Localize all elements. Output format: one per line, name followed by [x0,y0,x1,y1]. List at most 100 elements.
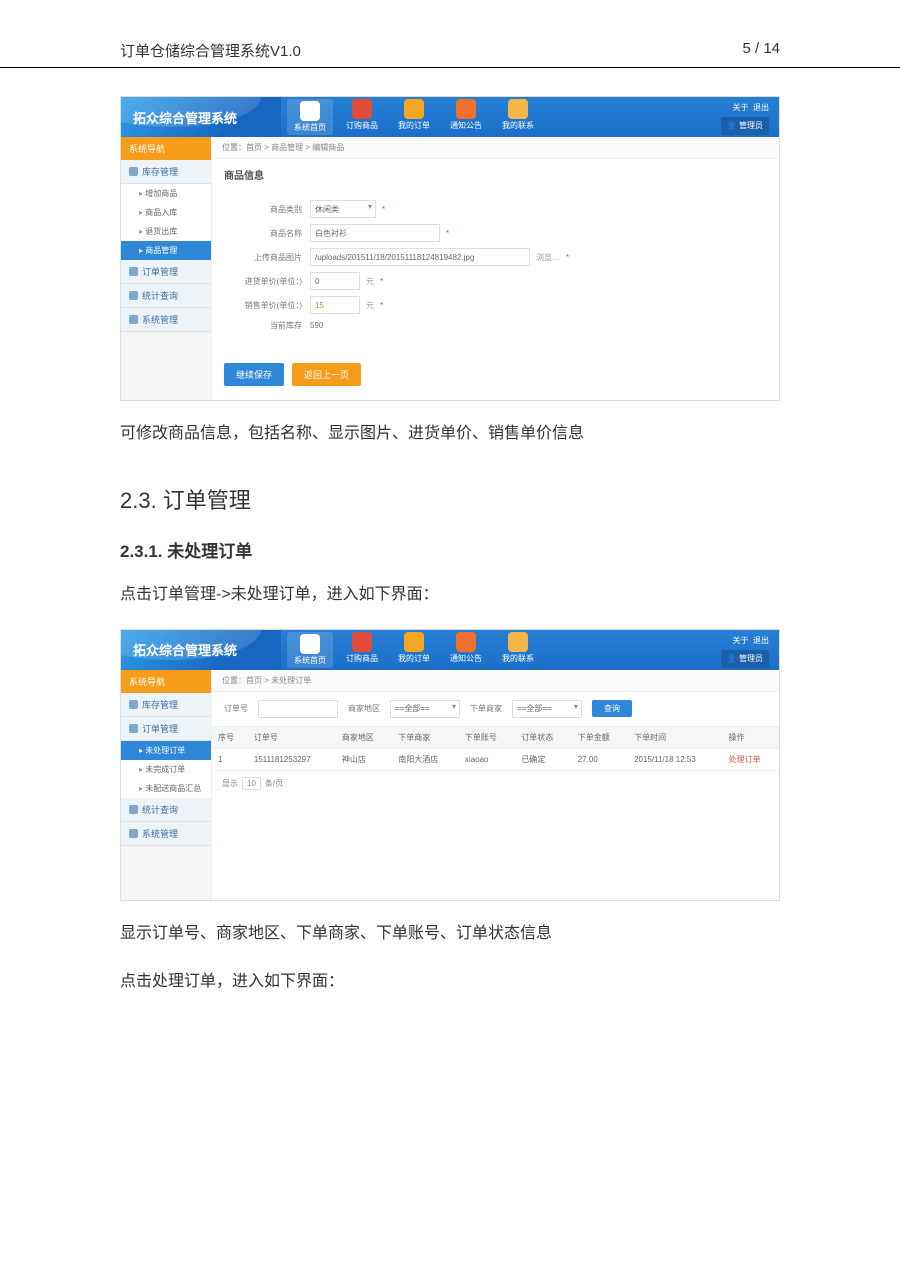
input-in-price-value: 0 [315,277,319,286]
heading-3: 2.3.1. 未处理订单 [0,537,900,562]
logout-link[interactable]: 退出 [753,103,769,112]
topnav-label: 订购商品 [346,120,378,131]
topnav-shop[interactable]: 订购商品 [339,99,385,135]
input-name-value: 白色衬衫 [315,228,347,239]
topnav-label: 通知公告 [450,120,482,131]
about-link[interactable]: 关于 [733,636,749,645]
col-orderno: 订单号 [248,727,336,749]
user-badge[interactable]: 👤 管理员 [721,117,769,135]
sidebar-item-unfinished-orders[interactable]: 未完成订单 [121,760,211,779]
topnav-home[interactable]: 系统首页 [287,99,333,135]
col-region: 商家地区 [336,727,392,749]
topnav-notice[interactable]: 通知公告 [443,99,489,135]
filter-input-orderno[interactable] [258,700,338,718]
cell-account: xiaoao [459,748,515,770]
query-button[interactable]: 查询 [592,700,632,717]
col-index: 序号 [212,727,248,749]
topnav-contact[interactable]: 我的联系 [495,632,541,668]
back-button[interactable]: 返回上一页 [292,363,361,386]
filter-select-merchant-value: ==全部== [517,703,552,714]
sidebar-item-stock-in[interactable]: 商品入库 [121,203,211,222]
sidebar-group-system[interactable]: 系统管理 [121,822,211,846]
input-image-path[interactable]: /uploads/201511/18/20151118124819482.jpg [310,248,530,266]
filter-select-region[interactable]: ==全部== [390,700,460,718]
cell-status: 已确定 [515,748,571,770]
sidebar-group-label: 库存管理 [142,165,178,178]
required-icon: * [566,253,569,262]
topnav-label: 通知公告 [450,653,482,664]
sidebar-group-stock[interactable]: 库存管理 [121,693,211,717]
input-name[interactable]: 白色衬衫 [310,224,440,242]
orders-table: 序号 订单号 商家地区 下单商家 下单账号 订单状态 下单金额 下单时间 操作 … [212,727,779,771]
user-area: 关于 退出 👤 管理员 [721,101,769,135]
contact-icon [508,99,528,119]
filter-label-region: 商家地区 [348,703,380,714]
sidebar-group-order[interactable]: 订单管理 [121,717,211,741]
label-name: 商品名称 [224,228,310,239]
paragraph: 显示订单号、商家地区、下单商家、下单账号、订单状态信息 [0,919,900,949]
process-order-link[interactable]: 处理订单 [729,755,761,764]
cart-icon [352,632,372,652]
sidebar-item-pending-orders[interactable]: 未处理订单 [121,741,211,760]
filter-select-region-value: ==全部== [395,703,430,714]
sidebar-group-system[interactable]: 系统管理 [121,308,211,332]
filter-bar: 订单号 商家地区 ==全部== 下单商家 ==全部== 查询 [212,692,779,727]
order-icon [404,99,424,119]
sidebar-group-label: 统计查询 [142,803,178,816]
breadcrumb: 位置：首页 > 商品管理 > 编辑商品 [212,137,779,159]
user-badge[interactable]: 👤 管理员 [721,650,769,668]
sidebar: 系统导航 库存管理 订单管理 未处理订单 未完成订单 未配送商品汇总 统计查询 … [121,670,212,900]
sidebar-group-label: 统计查询 [142,289,178,302]
topnav-home[interactable]: 系统首页 [287,632,333,668]
topnav-notice[interactable]: 通知公告 [443,632,489,668]
sidebar-item-add-product[interactable]: 增加商品 [121,184,211,203]
input-in-price[interactable]: 0 [310,272,360,290]
topnav-orders[interactable]: 我的订单 [391,632,437,668]
cell-index: 1 [212,748,248,770]
col-merchant: 下单商家 [392,727,459,749]
select-type-value: 休闲类 [315,204,339,215]
logout-link[interactable]: 退出 [753,636,769,645]
sidebar-item-product-manage[interactable]: 商品管理 [121,241,211,260]
sidebar-group-stats[interactable]: 统计查询 [121,798,211,822]
topnav-orders[interactable]: 我的订单 [391,99,437,135]
user-area: 关于 退出 👤 管理员 [721,634,769,668]
panel-title: 商品信息 [212,159,779,190]
brand-text: 拓众综合管理系统 [121,640,237,659]
cell-amount: 27.00 [572,748,628,770]
sidebar-group-label: 库存管理 [142,698,178,711]
filter-select-merchant[interactable]: ==全部== [512,700,582,718]
col-account: 下单账号 [459,727,515,749]
user-badge-label: 管理员 [739,654,763,663]
save-button[interactable]: 继续保存 [224,363,284,386]
heading-2: 2.3. 订单管理 [0,483,900,515]
value-stock: 590 [310,321,323,330]
unit-out: 元 [366,300,374,311]
sidebar-group-order[interactable]: 订单管理 [121,260,211,284]
sidebar-item-undelivered-summary[interactable]: 未配送商品汇总 [121,779,211,798]
select-type[interactable]: 休闲类 [310,200,376,218]
home-icon [300,101,320,121]
topnav-label: 系统首页 [294,655,326,666]
paragraph: 可修改商品信息，包括名称、显示图片、进货单价、销售单价信息 [0,419,900,449]
sidebar-group-label: 订单管理 [142,265,178,278]
pager-unit-label: 条/页 [265,778,283,789]
topnav-contact[interactable]: 我的联系 [495,99,541,135]
sidebar-group-stats[interactable]: 统计查询 [121,284,211,308]
pager-show-label: 显示 [222,778,238,789]
col-amount: 下单金额 [572,727,628,749]
sidebar-title: 系统导航 [121,670,211,693]
cell-time: 2015/11/18 12:53 [628,748,722,770]
sidebar-title: 系统导航 [121,137,211,160]
pager-size-select[interactable]: 10 [242,777,261,790]
about-link[interactable]: 关于 [733,103,749,112]
doc-title: 订单仓储综合管理系统V1.0 [120,40,301,61]
topnav-shop[interactable]: 订购商品 [339,632,385,668]
browse-button[interactable]: 浏览… [536,252,560,263]
sidebar-group-stock[interactable]: 库存管理 [121,160,211,184]
sidebar-item-return-out[interactable]: 退货出库 [121,222,211,241]
input-out-price[interactable]: 15 [310,296,360,314]
topnav-label: 我的联系 [502,120,534,131]
brand-area: 拓众综合管理系统 [121,97,281,137]
contact-icon [508,632,528,652]
